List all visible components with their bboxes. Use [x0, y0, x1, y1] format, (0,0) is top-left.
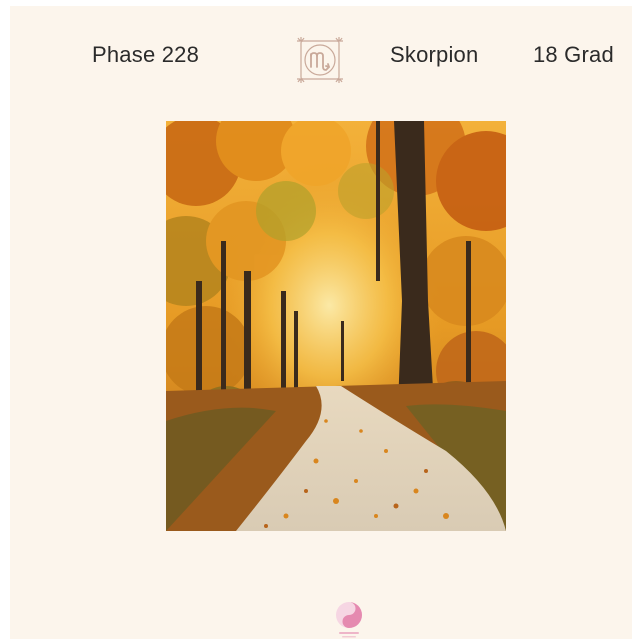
- zodiac-sign-label: Skorpion: [390, 42, 479, 67]
- scorpio-emblem-icon: [294, 34, 346, 86]
- phase-label: Phase 228: [92, 42, 199, 67]
- degree-label: 18 Grad: [533, 42, 614, 67]
- brand-logo: [332, 599, 366, 639]
- autumn-forest-photo: [166, 121, 506, 531]
- card: Phase 228 Skorpion 18 Grad: [10, 6, 632, 639]
